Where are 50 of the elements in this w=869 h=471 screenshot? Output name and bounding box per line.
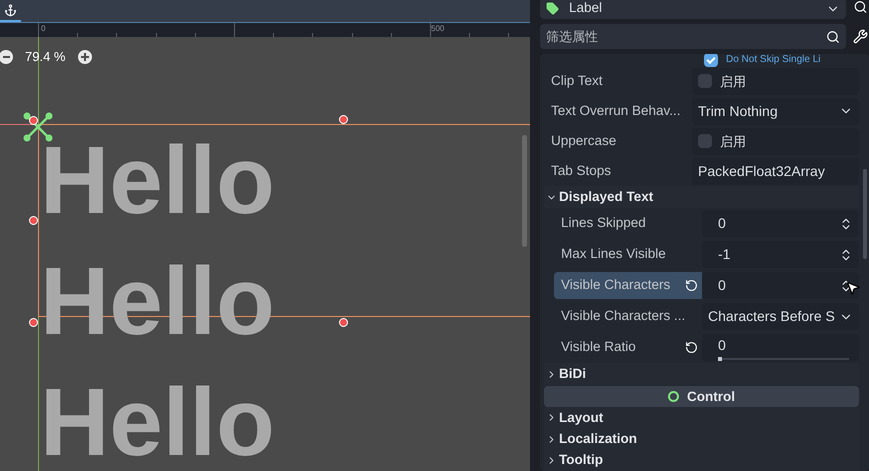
ruler-label: 500 <box>431 23 444 35</box>
revert-icon[interactable] <box>685 279 698 292</box>
property-label: Uppercase <box>550 132 618 150</box>
resource-field[interactable]: PackedFloat32Array <box>692 158 859 185</box>
scrollbar[interactable] <box>863 169 867 259</box>
revert-icon[interactable] <box>685 341 698 354</box>
tools-icon[interactable] <box>852 29 869 44</box>
checkbox-label: 启用 <box>720 132 746 150</box>
dropdown[interactable]: Characters Before S <box>702 303 859 330</box>
checkbox[interactable] <box>698 134 712 148</box>
zoom-out-button[interactable] <box>0 50 13 64</box>
hello-text: Hello <box>40 133 275 229</box>
property-label: Visible Ratio <box>554 334 702 362</box>
resize-handle[interactable] <box>338 318 348 326</box>
checkbox-label: 启用 <box>720 72 746 91</box>
property-label: Visible Characters <box>554 272 702 300</box>
resize-handle[interactable] <box>338 114 348 124</box>
resize-handle[interactable] <box>28 318 38 326</box>
cursor-icon <box>845 280 861 296</box>
filter-input[interactable]: 筛选属性 <box>546 26 826 46</box>
checkbox[interactable] <box>698 74 712 88</box>
ruler-label: 0 <box>41 23 46 35</box>
dropdown[interactable]: Trim Nothing <box>692 98 859 125</box>
spin-box[interactable]: 0 <box>702 272 859 300</box>
checkbox-label: Do Not Skip Single Li <box>726 55 820 66</box>
zoom-in-button[interactable] <box>78 50 92 64</box>
filter-field[interactable]: 筛选属性 <box>540 24 846 49</box>
pivot-icon[interactable] <box>23 112 53 142</box>
checkbox[interactable] <box>704 54 718 67</box>
property-label: Tab Stops <box>550 162 612 180</box>
scrollbar[interactable] <box>522 135 527 247</box>
spin-box[interactable]: -1 <box>702 241 859 268</box>
zoom-level[interactable]: 79.4 % <box>25 47 66 66</box>
checkbox-field[interactable]: 启用 <box>692 128 859 155</box>
slider-field[interactable]: 0 <box>702 334 859 362</box>
tag-icon <box>546 2 559 15</box>
property-label: Clip Text <box>550 72 604 90</box>
spin-box[interactable]: 0 <box>702 210 859 238</box>
property-label: Visible Characters ... <box>560 307 686 326</box>
node-type-selector[interactable]: Label <box>540 0 846 19</box>
checkbox-field[interactable]: 启用 <box>692 68 859 95</box>
search-icon <box>826 30 840 44</box>
property-label: Text Overrun Behav... <box>550 102 682 120</box>
category-header: Control <box>544 386 859 408</box>
resize-handle[interactable] <box>28 216 38 224</box>
resize-handle[interactable] <box>28 116 38 124</box>
anchor-icon <box>4 4 17 16</box>
hello-text: Hello <box>40 375 275 471</box>
property-label: Max Lines Visible <box>560 245 667 264</box>
property-label: Lines Skipped <box>560 214 647 232</box>
